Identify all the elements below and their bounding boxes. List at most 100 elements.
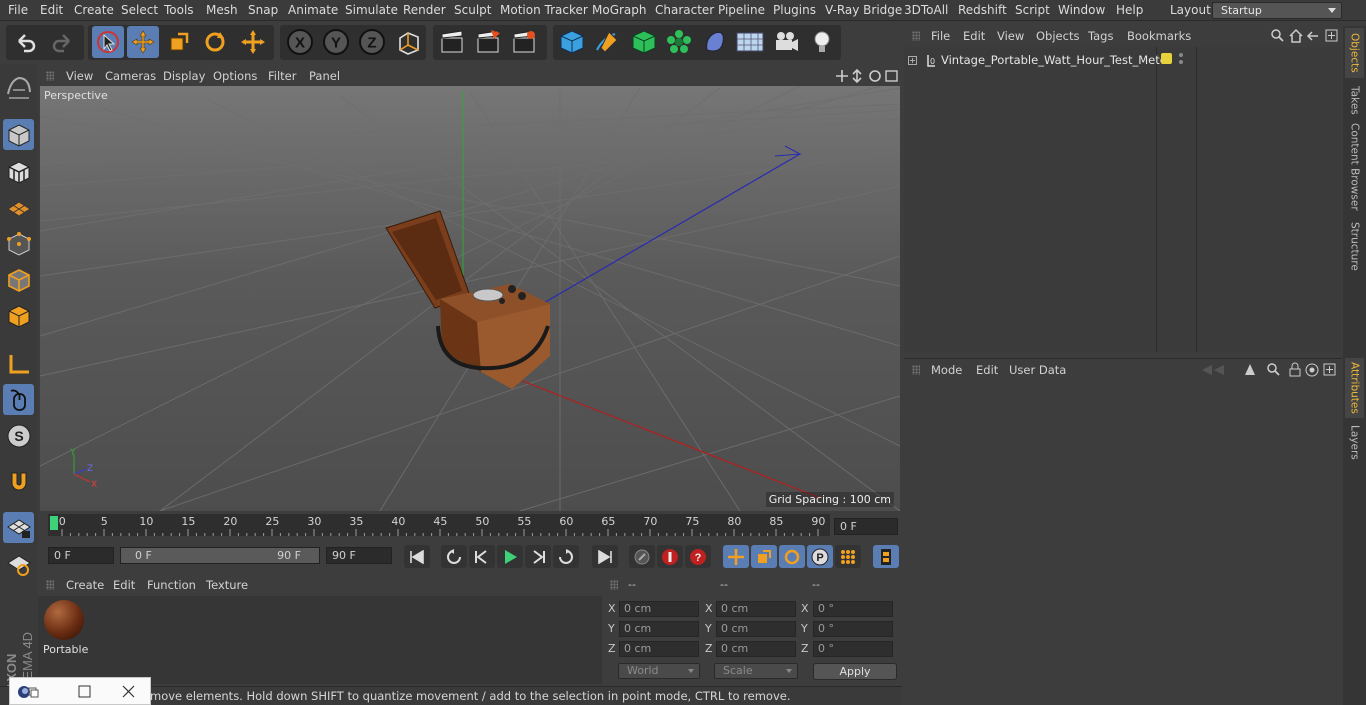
size-x-field[interactable]: 0 cm <box>716 601 796 617</box>
menu-animate[interactable]: Animate <box>288 3 338 17</box>
drag-handle-icon[interactable] <box>610 580 618 590</box>
viewport-menu-cameras[interactable]: Cameras <box>105 69 156 83</box>
coordinate-mode-select[interactable]: World <box>618 663 700 679</box>
go-to-start-button[interactable] <box>404 545 430 568</box>
menu-tools[interactable]: Tools <box>164 3 194 17</box>
menu-vray-bridge[interactable]: V-Ray Bridge <box>825 3 902 17</box>
current-frame-field[interactable]: 0 F <box>834 518 898 535</box>
attribute-menu-edit[interactable]: Edit <box>976 363 998 377</box>
menu-snap[interactable]: Snap <box>248 3 278 17</box>
menu-mesh[interactable]: Mesh <box>206 3 238 17</box>
axis-mode-button[interactable] <box>3 348 34 379</box>
menu-select[interactable]: Select <box>121 3 158 17</box>
rotation-h-field[interactable]: 0 ° <box>813 601 893 617</box>
light-button[interactable] <box>806 26 838 58</box>
end-frame-field[interactable]: 90 F <box>326 547 392 564</box>
x-axis-lock-button[interactable]: X <box>284 26 316 58</box>
tab-takes[interactable]: Takes <box>1345 80 1364 120</box>
make-editable-button[interactable] <box>3 72 34 103</box>
attribute-menu-mode[interactable]: Mode <box>931 363 962 377</box>
lock-workplane-button[interactable] <box>3 512 34 543</box>
go-to-end-button[interactable] <box>592 545 618 568</box>
solo-mode-button[interactable]: S <box>3 420 34 451</box>
texture-mode-button[interactable] <box>3 156 34 187</box>
viewport-nav-icons[interactable] <box>835 68 901 84</box>
menu-edit[interactable]: Edit <box>40 3 63 17</box>
object-menu-tags[interactable]: Tags <box>1088 29 1113 43</box>
z-axis-lock-button[interactable]: Z <box>356 26 388 58</box>
editor-visibility-dot[interactable] <box>1179 53 1183 57</box>
key-position-button[interactable] <box>723 545 749 568</box>
menu-window[interactable]: Window <box>1058 3 1105 17</box>
object-menu-edit[interactable]: Edit <box>963 29 985 43</box>
menu-render[interactable]: Render <box>403 3 446 17</box>
rotation-b-field[interactable]: 0 ° <box>813 641 893 657</box>
object-menu-objects[interactable]: Objects <box>1036 29 1079 43</box>
rotate-tool-button[interactable] <box>199 26 231 58</box>
material-menu-edit[interactable]: Edit <box>113 578 135 592</box>
size-mode-select[interactable]: Scale <box>714 663 798 679</box>
next-frame-button[interactable] <box>525 545 551 568</box>
polygons-mode-button[interactable] <box>3 300 34 331</box>
menu-redshift[interactable]: Redshift <box>958 3 1007 17</box>
apply-button[interactable]: Apply <box>813 663 897 680</box>
tab-layers[interactable]: Layers <box>1345 422 1364 462</box>
key-rotation-button[interactable] <box>779 545 805 568</box>
material-menu-function[interactable]: Function <box>147 578 196 592</box>
menu-sculpt[interactable]: Sculpt <box>454 3 491 17</box>
spline-pen-button[interactable] <box>591 26 623 58</box>
object-menu-bookmarks[interactable]: Bookmarks <box>1127 29 1191 43</box>
key-parameter-button[interactable]: P <box>807 545 833 568</box>
planar-workplane-button[interactable] <box>3 548 34 579</box>
menu-file[interactable]: File <box>8 3 28 17</box>
edges-mode-button[interactable] <box>3 264 34 295</box>
close-icon[interactable] <box>122 685 136 699</box>
undo-button[interactable] <box>10 26 42 58</box>
menu-simulate[interactable]: Simulate <box>345 3 398 17</box>
perspective-viewport[interactable]: Y Z X Perspective Grid Spacing : 100 cm <box>40 86 900 511</box>
key-scale-button[interactable] <box>751 545 777 568</box>
material-menu-texture[interactable]: Texture <box>206 578 248 592</box>
layer-color-tag[interactable] <box>1161 53 1172 64</box>
viewport-menu-options[interactable]: Options <box>213 69 257 83</box>
workplane-mode-button[interactable] <box>3 192 34 223</box>
rotation-p-field[interactable]: 0 ° <box>813 621 893 637</box>
attribute-menu-user-data[interactable]: User Data <box>1009 363 1066 377</box>
transform-tool-button[interactable] <box>237 26 269 58</box>
snapping-button[interactable] <box>3 466 34 497</box>
y-axis-lock-button[interactable]: Y <box>320 26 352 58</box>
camera-button[interactable] <box>770 26 802 58</box>
start-frame-field[interactable]: 0 F <box>48 547 114 564</box>
drag-handle-icon[interactable] <box>912 31 920 41</box>
menu-script[interactable]: Script <box>1015 3 1050 17</box>
points-mode-button[interactable] <box>3 228 34 259</box>
drag-handle-icon[interactable] <box>46 580 54 590</box>
add-cube-button[interactable] <box>556 26 588 58</box>
menu-3dtoall[interactable]: 3DToAll <box>904 3 948 17</box>
record-active-objects-button[interactable] <box>657 545 683 568</box>
viewport-menu-view[interactable]: View <box>66 69 93 83</box>
play-button[interactable] <box>497 545 523 568</box>
next-key-button[interactable] <box>553 545 579 568</box>
deformer-button[interactable] <box>699 26 731 58</box>
object-menu-file[interactable]: File <box>931 29 950 43</box>
menu-character[interactable]: Character <box>655 3 714 17</box>
layout-dropdown[interactable]: Startup <box>1212 2 1342 19</box>
position-x-field[interactable]: 0 cm <box>619 601 699 617</box>
previous-frame-button[interactable] <box>469 545 495 568</box>
tab-objects[interactable]: Objects <box>1345 28 1364 78</box>
move-tool-button[interactable] <box>127 26 159 58</box>
menu-mograph[interactable]: MoGraph <box>592 3 647 17</box>
position-z-field[interactable]: 0 cm <box>619 641 699 657</box>
menu-plugins[interactable]: Plugins <box>773 3 816 17</box>
drag-handle-icon[interactable] <box>912 365 920 375</box>
object-manager-tools[interactable] <box>1270 28 1340 44</box>
frame-range-slider[interactable]: 0 F 90 F <box>120 547 320 564</box>
object-row[interactable]: 0 Vintage_Portable_Watt_Hour_Test_Meter <box>904 51 1342 69</box>
key-pla-button[interactable] <box>835 545 861 568</box>
timeline-ruler[interactable]: 0 5 10 15 20 25 30 35 40 45 50 55 60 65 70 75 80 85 90 <box>48 514 830 536</box>
previous-key-button[interactable] <box>441 545 467 568</box>
redo-button[interactable] <box>46 26 78 58</box>
viewport-menu-panel[interactable]: Panel <box>309 69 340 83</box>
timeline-window-button[interactable] <box>873 545 899 568</box>
